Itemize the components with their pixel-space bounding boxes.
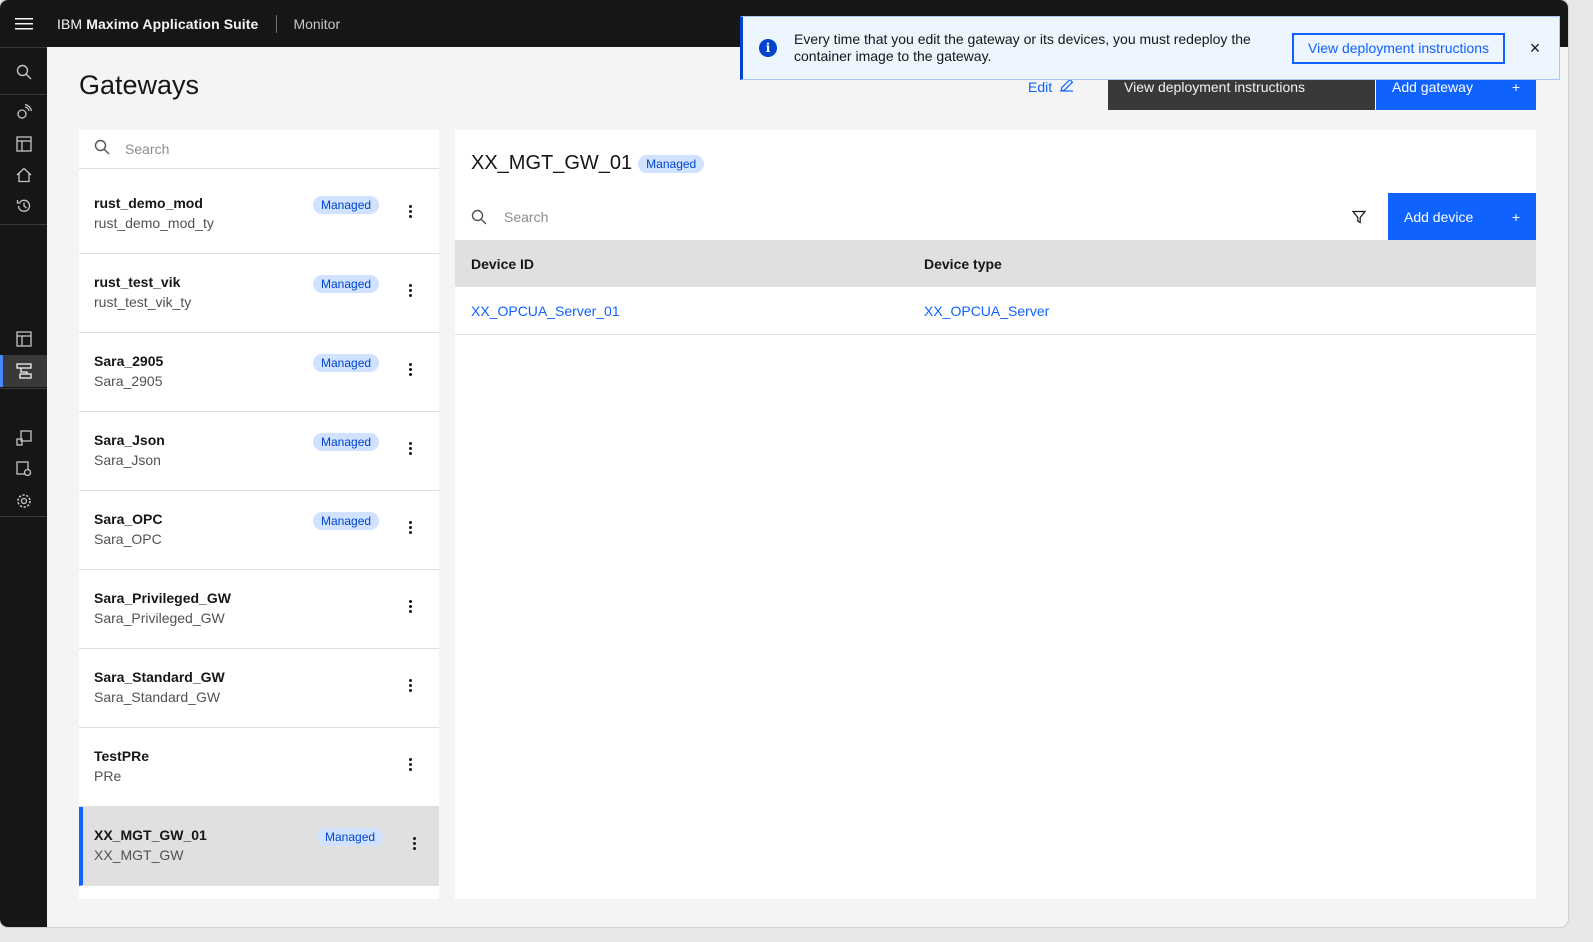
gateway-type: PRe bbox=[94, 768, 122, 784]
info-icon: i bbox=[759, 39, 777, 57]
list-item[interactable]: rust_demo_mod rust_demo_mod_ty Managed bbox=[79, 175, 439, 254]
overflow-menu-icon[interactable] bbox=[402, 280, 418, 300]
side-nav bbox=[0, 47, 47, 927]
gateway-name: Sara_Standard_GW bbox=[94, 669, 225, 685]
status-badge: Managed bbox=[317, 828, 384, 846]
brand-product: Maximo Application Suite bbox=[86, 15, 259, 32]
notification-view-instructions-button[interactable]: View deployment instructions bbox=[1292, 32, 1506, 64]
status-badge: Managed bbox=[313, 196, 380, 214]
status-badge: Managed bbox=[313, 512, 380, 530]
filter-icon[interactable] bbox=[1347, 205, 1371, 229]
column-header-device-id[interactable]: Device ID bbox=[471, 256, 534, 272]
nav-sensor-icon[interactable] bbox=[0, 96, 47, 128]
gateway-list-panel: rust_demo_modrust_demo_mod_tyManagedrust… bbox=[79, 130, 439, 899]
nav-alert-icon[interactable] bbox=[0, 453, 47, 485]
list-item[interactable]: Sara_OPC Sara_OPC Managed bbox=[79, 491, 439, 570]
nav-gateways-icon[interactable] bbox=[0, 355, 47, 387]
status-badge: Managed bbox=[313, 433, 380, 451]
list-item[interactable]: Sara_Privileged_GW Sara_Privileged_GW bbox=[79, 570, 439, 649]
nav-separator bbox=[0, 388, 47, 389]
page-title: Gateways bbox=[79, 70, 200, 100]
gateway-type: Sara_Json bbox=[94, 452, 161, 468]
overflow-menu-icon[interactable] bbox=[402, 517, 418, 537]
add-gateway-label: Add gateway bbox=[1392, 79, 1473, 95]
gateway-type: Sara_Privileged_GW bbox=[94, 610, 225, 626]
device-search-input[interactable] bbox=[504, 208, 1304, 225]
header-divider bbox=[276, 14, 278, 33]
gateway-name: Sara_2905 bbox=[94, 353, 164, 369]
gateway-name: Sara_Privileged_GW bbox=[94, 590, 231, 606]
nav-dashboard-icon[interactable] bbox=[0, 128, 47, 160]
nav-setup-icon[interactable] bbox=[0, 323, 47, 355]
nav-separator bbox=[0, 516, 47, 517]
gateway-type: Sara_2905 bbox=[94, 373, 163, 389]
detail-gateway-name: XX_MGT_GW_01 bbox=[471, 152, 633, 174]
device-id-link[interactable]: XX_OPCUA_Server_01 bbox=[471, 303, 620, 319]
device-toolbar: Add device + bbox=[455, 193, 1536, 240]
overflow-menu-icon[interactable] bbox=[402, 438, 418, 458]
app-name: Monitor bbox=[293, 15, 341, 32]
edit-button[interactable]: Edit bbox=[1028, 78, 1074, 95]
plus-icon: + bbox=[1511, 209, 1520, 225]
list-item[interactable]: Sara_Standard_GW Sara_Standard_GW bbox=[79, 649, 439, 728]
gateway-name: Sara_OPC bbox=[94, 511, 163, 527]
info-notification: i Every time that you edit the gateway o… bbox=[740, 16, 1560, 80]
gateway-type: Sara_Standard_GW bbox=[94, 689, 221, 705]
gateway-name: TestPRe bbox=[94, 748, 149, 764]
overflow-menu-icon[interactable] bbox=[402, 754, 418, 774]
close-icon[interactable]: × bbox=[1523, 38, 1547, 59]
add-device-label: Add device bbox=[1404, 209, 1474, 225]
status-badge: Managed bbox=[313, 354, 380, 372]
list-item[interactable]: XX_MGT_GW_01 XX_MGT_GW Managed bbox=[79, 807, 439, 886]
status-badge: Managed bbox=[313, 275, 380, 293]
overflow-menu-icon[interactable] bbox=[402, 596, 418, 616]
gateway-list: rust_demo_mod rust_demo_mod_ty Managed rust… bbox=[79, 175, 439, 886]
nav-home-icon[interactable] bbox=[0, 159, 47, 191]
nav-separator bbox=[0, 224, 47, 225]
gateway-name: rust_test_vik bbox=[94, 274, 181, 290]
gateway-name: rust_demo_mod bbox=[94, 195, 203, 211]
gateway-name: Sara_Json bbox=[94, 432, 165, 448]
gateway-type: rust_test_vik_ty bbox=[94, 294, 192, 310]
overflow-menu-icon[interactable] bbox=[402, 201, 418, 221]
nav-history-icon[interactable] bbox=[0, 190, 47, 222]
overflow-menu-icon[interactable] bbox=[406, 833, 422, 853]
search-icon bbox=[471, 209, 487, 225]
gateway-type: Sara_OPC bbox=[94, 531, 162, 547]
gateway-type: rust_demo_mod_ty bbox=[94, 215, 214, 231]
nav-model-icon[interactable] bbox=[0, 422, 47, 454]
brand-prefix: IBM bbox=[57, 15, 83, 32]
gateway-search-input[interactable] bbox=[125, 141, 405, 157]
status-badge: Managed bbox=[638, 154, 705, 173]
gateway-detail-panel: XX_MGT_GW_01 Managed Add device + Device… bbox=[455, 130, 1536, 899]
search-icon bbox=[94, 139, 110, 160]
list-item[interactable]: Sara_Json Sara_Json Managed bbox=[79, 412, 439, 491]
brand-name[interactable]: IBM Maximo Application Suite bbox=[57, 16, 258, 32]
overflow-menu-icon[interactable] bbox=[402, 675, 418, 695]
device-table-header: Device ID Device type bbox=[455, 240, 1536, 287]
overflow-menu-icon[interactable] bbox=[402, 359, 418, 379]
gateway-name: XX_MGT_GW_01 bbox=[94, 827, 207, 843]
edit-label: Edit bbox=[1028, 78, 1053, 95]
device-type-link[interactable]: XX_OPCUA_Server bbox=[924, 303, 1049, 319]
hamburger-menu-icon[interactable] bbox=[0, 0, 47, 47]
nav-separator bbox=[0, 94, 47, 95]
add-device-button[interactable]: Add device + bbox=[1388, 193, 1536, 240]
nav-search-icon[interactable] bbox=[0, 56, 47, 88]
gateway-search bbox=[79, 130, 439, 169]
plus-icon: + bbox=[1511, 79, 1520, 95]
app-window: IBM Maximo Application Suite Monitor Gat… bbox=[0, 0, 1568, 927]
column-header-device-type[interactable]: Device type bbox=[924, 256, 1002, 272]
table-row: XX_OPCUA_Server_01 XX_OPCUA_Server bbox=[455, 287, 1536, 335]
list-item[interactable]: TestPRe PRe bbox=[79, 728, 439, 807]
detail-title: XX_MGT_GW_01 Managed bbox=[471, 152, 705, 175]
nav-settings-icon[interactable] bbox=[0, 485, 47, 517]
gateway-type: XX_MGT_GW bbox=[94, 847, 184, 863]
list-item[interactable]: Sara_2905 Sara_2905 Managed bbox=[79, 333, 439, 412]
edit-pencil-icon bbox=[1060, 78, 1074, 95]
notification-message: Every time that you edit the gateway or … bbox=[794, 31, 1251, 64]
list-item[interactable]: rust_test_vik rust_test_vik_ty Managed bbox=[79, 254, 439, 333]
